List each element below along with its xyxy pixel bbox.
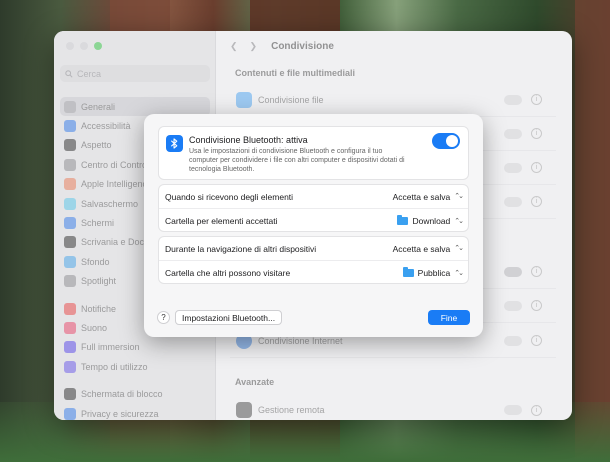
bluetooth-icon <box>166 135 183 152</box>
bluetooth-sharing-description: Usa le impostazioni di condivisione Blue… <box>189 148 405 174</box>
folder-icon <box>397 215 409 225</box>
up-down-chevron-icon: ⌃⌄ <box>454 269 464 277</box>
folder-icon <box>402 267 414 277</box>
bluetooth-sharing-dialog: Condivisione Bluetooth: attiva Usa le im… <box>144 114 483 337</box>
setting-label: Quando si ricevono degli elementi <box>165 191 294 202</box>
receive-settings-group: Quando si ricevono degli elementi Accetta… <box>158 184 469 232</box>
done-button[interactable]: Fine <box>428 310 470 325</box>
browse-settings-group: Durante la navigazione di altri disposit… <box>158 236 469 284</box>
setting-value: Pubblica <box>417 268 451 278</box>
option-popup-button[interactable]: Accetta e salva ⌃⌄ <box>392 243 464 254</box>
bluetooth-sharing-toggle[interactable] <box>432 133 460 149</box>
setting-label: Cartella per elementi accettati <box>165 216 278 226</box>
bluetooth-sharing-card: Condivisione Bluetooth: attiva Usa le im… <box>158 126 469 180</box>
setting-row: Durante la navigazione di altri disposit… <box>159 237 468 261</box>
folder-popup-button[interactable]: Pubblica ⌃⌄ <box>402 267 464 278</box>
setting-value: Accetta e salva <box>392 243 451 254</box>
option-popup-button[interactable]: Accetta e salva ⌃⌄ <box>392 191 464 202</box>
setting-value: Download <box>412 216 451 226</box>
setting-row: Quando si ricevono degli elementi Accetta… <box>159 185 468 209</box>
bluetooth-sharing-title: Condivisione Bluetooth: attiva <box>189 135 308 145</box>
up-down-chevron-icon: ⌃⌄ <box>454 217 464 225</box>
setting-row: Cartella che altri possono visitare Pubbl… <box>159 261 468 285</box>
setting-value: Accetta e salva <box>392 191 451 202</box>
up-down-chevron-icon: ⌃⌄ <box>454 245 464 252</box>
up-down-chevron-icon: ⌃⌄ <box>454 193 464 200</box>
folder-popup-button[interactable]: Download ⌃⌄ <box>397 215 464 226</box>
help-button[interactable]: ? <box>157 311 170 324</box>
setting-label: Cartella che altri possono visitare <box>165 268 291 278</box>
bluetooth-settings-button[interactable]: Impostazioni Bluetooth... <box>175 310 283 325</box>
setting-row: Cartella per elementi accettati Download ⌃… <box>159 209 468 233</box>
setting-label: Durante la navigazione di altri disposit… <box>165 243 317 254</box>
